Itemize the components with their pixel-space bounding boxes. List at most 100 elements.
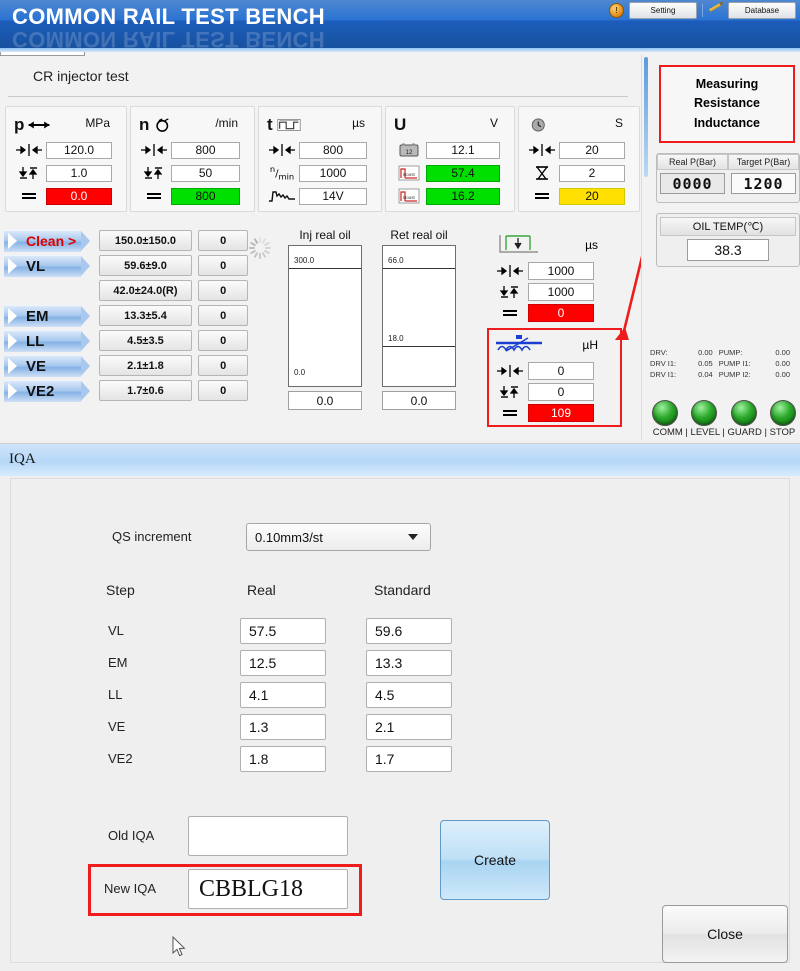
spinner-blade <box>249 247 255 249</box>
step-spec-value[interactable]: 4.5±3.5 <box>98 330 193 351</box>
spinner-blade <box>265 247 271 249</box>
param-row: 0.0 <box>12 186 120 206</box>
param-row-value[interactable]: 57.4 <box>426 164 500 182</box>
param-row-value[interactable]: 16.2 <box>426 187 500 205</box>
test-step-row[interactable]: Clean > 150.0±150.0 0 <box>0 228 248 253</box>
measure-row-value[interactable]: 0 <box>528 303 594 322</box>
test-step-row[interactable]: VE2 1.7±0.6 0 <box>0 378 248 403</box>
measure-row: 0 <box>492 360 612 381</box>
iqa-real-field[interactable]: 1.3 <box>240 714 326 740</box>
toolbar-divider <box>702 4 703 17</box>
chevron-right-icon <box>8 357 21 375</box>
measure-row-value[interactable]: 109 <box>528 403 594 422</box>
step-tab[interactable]: Clean > <box>4 229 90 252</box>
step-spec-value[interactable]: 59.6±9.0 <box>98 255 193 276</box>
spinner-blade <box>253 251 259 259</box>
param-row-value[interactable]: 800 <box>299 141 367 159</box>
close-button[interactable]: Close <box>662 905 788 963</box>
param-row: Boost 57.4 <box>392 163 508 183</box>
param-row-value[interactable]: 120.0 <box>46 141 112 159</box>
iqa-real-field[interactable]: 1.8 <box>240 746 326 772</box>
drv-label: DRV I1: <box>650 359 677 368</box>
measure-row-value[interactable]: 0 <box>528 361 594 380</box>
param-row-value[interactable]: 20 <box>559 141 625 159</box>
test-step-row[interactable]: EM 13.3±5.4 0 <box>0 303 248 328</box>
param-row-value[interactable]: 50 <box>171 164 240 182</box>
step-count-value[interactable]: 0 <box>198 230 248 251</box>
target-width-icon <box>16 144 42 156</box>
param-row: 50 <box>137 163 248 183</box>
step-count-value[interactable]: 0 <box>198 355 248 376</box>
app-title-reflection: COMMON RAIL TEST BENCH <box>12 27 325 48</box>
measure-row-value[interactable]: 0 <box>528 382 594 401</box>
iqa-real-field[interactable]: 4.1 <box>240 682 326 708</box>
chart-bottom-tick-label: 0.0 <box>294 368 306 377</box>
param-row-value[interactable]: 800 <box>171 141 240 159</box>
drv-label: DRV: <box>650 348 668 357</box>
param-row-icon <box>265 187 299 205</box>
oil-temp-panel: OIL TEMP(℃) 38.3 <box>656 213 800 267</box>
iqa-standard-field[interactable]: 2.1 <box>366 714 452 740</box>
step-count-value[interactable]: 0 <box>198 330 248 351</box>
battery-icon: 12 <box>399 143 419 157</box>
step-spec-value[interactable]: 13.3±5.4 <box>98 305 193 326</box>
new-iqa-field[interactable]: CBBLG18 <box>188 869 348 909</box>
injector-header-row: CR injector test <box>0 58 636 96</box>
step-tab[interactable]: LL <box>4 329 90 352</box>
param-row-value[interactable]: 0.0 <box>46 187 112 205</box>
step-tab[interactable]: VE <box>4 354 90 377</box>
iqa-step-label: EM <box>108 655 128 670</box>
pump-value: 0.00 <box>775 370 790 379</box>
create-button[interactable]: Create <box>440 820 550 900</box>
oil-temp-value: 38.3 <box>687 239 769 261</box>
iqa-real-field[interactable]: 57.5 <box>240 618 326 644</box>
iqa-standard-field[interactable]: 4.5 <box>366 682 452 708</box>
iqa-standard-field[interactable]: 59.6 <box>366 618 452 644</box>
old-iqa-field[interactable] <box>188 816 348 856</box>
setting-button[interactable]: Setting <box>629 2 697 19</box>
measure-row-value[interactable]: 1000 <box>528 261 594 280</box>
iqa-step-label: LL <box>108 687 123 702</box>
iqa-title-bar: IQA <box>0 444 800 476</box>
test-step-row[interactable]: VE 2.1±1.8 0 <box>0 353 248 378</box>
pump-value: 0.00 <box>775 348 790 357</box>
step-tab[interactable]: VE2 <box>4 379 90 402</box>
step-label: LL <box>26 332 45 350</box>
step-spec-value[interactable]: 42.0±24.0(R) <box>98 280 193 301</box>
step-spec-value[interactable]: 150.0±150.0 <box>98 230 193 251</box>
test-step-row[interactable]: LL 4.5±3.5 0 <box>0 328 248 353</box>
iqa-standard-field[interactable]: 1.7 <box>366 746 452 772</box>
measure-row-icon <box>492 383 528 401</box>
database-button[interactable]: Database <box>728 2 796 19</box>
step-count-value[interactable]: 0 <box>198 305 248 326</box>
qs-increment-select[interactable]: 0.10mm3/st <box>246 523 431 551</box>
param-row-value[interactable]: 20 <box>559 187 625 205</box>
rotation-icon <box>156 118 169 132</box>
param-row-value[interactable]: 1.0 <box>46 164 112 182</box>
chart-readout-value: 0.0 <box>382 391 456 410</box>
measure-row-value[interactable]: 1000 <box>528 282 594 301</box>
step-spec-value[interactable]: 1.7±0.6 <box>98 380 193 401</box>
svg-text:Boost: Boost <box>403 172 415 177</box>
drv-value: 0.00 <box>698 348 713 357</box>
tolerance-icon <box>143 167 163 179</box>
step-spec-value[interactable]: 2.1±1.8 <box>98 355 193 376</box>
param-row-value[interactable]: 1000 <box>299 164 367 182</box>
param-row-value[interactable]: 14V <box>299 187 367 205</box>
param-symbol <box>527 114 553 136</box>
chart-top-tick-label: 66.0 <box>388 256 404 265</box>
test-step-row[interactable]: VL 59.6±9.0 0 <box>0 253 248 278</box>
step-tab[interactable]: VL <box>4 254 90 277</box>
test-step-row[interactable]: 42.0±24.0(R) 0 <box>0 278 248 303</box>
param-row-value[interactable]: 2 <box>559 164 625 182</box>
step-count-value[interactable]: 0 <box>198 380 248 401</box>
iqa-standard-field[interactable]: 13.3 <box>366 650 452 676</box>
step-count-value[interactable]: 0 <box>198 255 248 276</box>
param-row-value[interactable]: 800 <box>171 187 240 205</box>
param-row-value[interactable]: 12.1 <box>426 141 500 159</box>
iqa-real-field[interactable]: 12.5 <box>240 650 326 676</box>
step-tab[interactable]: EM <box>4 304 90 327</box>
step-count-value[interactable]: 0 <box>198 280 248 301</box>
inductance-panel: µH 0 0 109 <box>492 332 612 423</box>
app-title-bar: COMMON RAIL TEST BENCH COMMON RAIL TEST … <box>0 0 800 48</box>
